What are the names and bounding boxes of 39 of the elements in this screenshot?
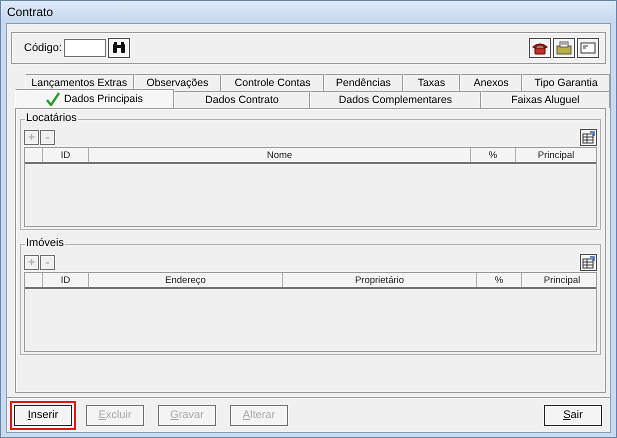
- action-button[interactable]: Sair: [544, 404, 602, 426]
- column-header[interactable]: %: [471, 148, 516, 162]
- search-button[interactable]: [108, 38, 130, 58]
- tab[interactable]: Taxas: [402, 74, 460, 91]
- card-icon: [580, 42, 596, 54]
- column-header[interactable]: Principal: [522, 273, 602, 287]
- tab[interactable]: Anexos: [460, 74, 522, 91]
- check-icon: [46, 92, 60, 106]
- column-header[interactable]: Endereço: [89, 273, 283, 287]
- column-header[interactable]: Nome: [89, 148, 471, 162]
- table-settings-icon: [582, 130, 595, 143]
- folder-icon: [556, 41, 572, 55]
- phone-icon: [532, 42, 548, 54]
- column-header[interactable]: ID: [43, 148, 89, 162]
- tab[interactable]: Dados Contrato: [174, 91, 310, 108]
- action-button[interactable]: Inserir: [14, 404, 72, 426]
- column-header[interactable]: Principal: [516, 148, 596, 162]
- folder-button[interactable]: [553, 38, 575, 58]
- code-field[interactable]: [64, 39, 106, 57]
- column-header[interactable]: ID: [43, 273, 89, 287]
- tab[interactable]: Observações: [134, 74, 222, 91]
- tab[interactable]: Controle Contas: [221, 74, 324, 91]
- table-settings-icon: [582, 256, 595, 268]
- column-header[interactable]: Proprietário: [283, 273, 477, 287]
- table-settings-button[interactable]: [580, 128, 597, 146]
- group-title: Locatários: [25, 112, 78, 124]
- window-title: Contrato: [1, 1, 616, 23]
- tab[interactable]: Pendências: [324, 74, 403, 91]
- tab[interactable]: Faixas Aluguel: [480, 91, 610, 108]
- card-button[interactable]: [577, 38, 599, 58]
- group-title: Imóveis: [25, 237, 65, 249]
- column-header[interactable]: %: [477, 273, 522, 287]
- tab[interactable]: Dados Complementares: [310, 91, 481, 108]
- table-settings-button[interactable]: [580, 254, 597, 270]
- binoculars-icon: [112, 42, 126, 54]
- tab[interactable]: Tipo Garantia: [522, 74, 610, 91]
- phone-button[interactable]: [529, 38, 551, 58]
- code-label: Código:: [24, 42, 62, 54]
- tab[interactable]: Dados Principais: [15, 89, 174, 108]
